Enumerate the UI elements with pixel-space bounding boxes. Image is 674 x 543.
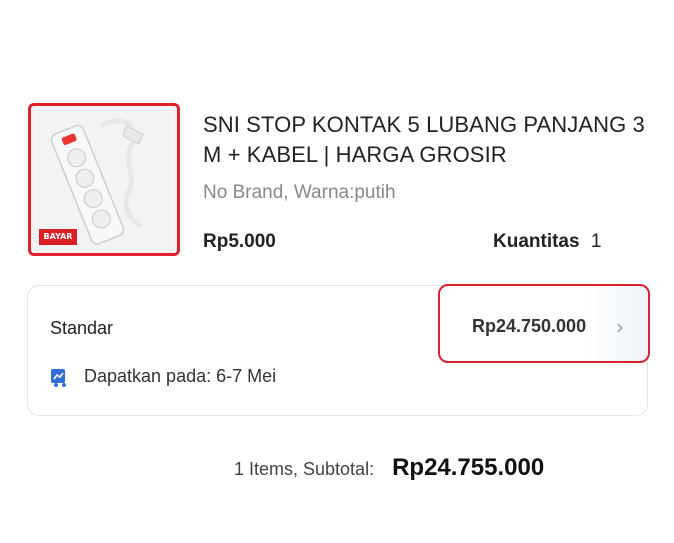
shipping-option-name: Standar <box>50 318 114 338</box>
subtotal-label: 1 Items, Subtotal: <box>234 459 375 479</box>
quantity-label: Kuantitas <box>493 231 580 252</box>
shipping-price: Rp24.750.000 <box>472 316 587 336</box>
cart-item-page: BAYAR SNI STOP KONTAK 5 LUBANG PANJANG 3… <box>0 0 674 543</box>
quantity-value: 1 <box>590 231 602 252</box>
product-thumbnail[interactable]: BAYAR <box>28 103 180 256</box>
delivery-truck-icon <box>50 367 70 387</box>
product-price: Rp5.000 <box>203 231 276 252</box>
product-variant: No Brand, Warna:putih <box>203 182 396 203</box>
delivery-estimate-text: Dapatkan pada: 6-7 Mei <box>84 366 277 386</box>
thumbnail-badge: BAYAR <box>39 229 77 245</box>
subtotal-value: Rp24.755.000 <box>392 454 545 481</box>
quantity: Kuantitas 1 <box>493 231 601 253</box>
shipping-price-selector[interactable]: Rp24.750.000 › <box>438 284 650 363</box>
product-title[interactable]: SNI STOP KONTAK 5 LUBANG PANJANG 3 M + K… <box>203 110 653 170</box>
chevron-right-icon: › <box>616 315 624 339</box>
shipping-option-card[interactable]: Standar Rp24.750.000 › Dapatkan pada: 6-… <box>27 284 650 416</box>
subtotal-row: 1 Items, Subtotal: Rp24.755.000 <box>234 454 544 482</box>
delivery-estimate: Dapatkan pada: 6-7 Mei <box>50 366 276 387</box>
